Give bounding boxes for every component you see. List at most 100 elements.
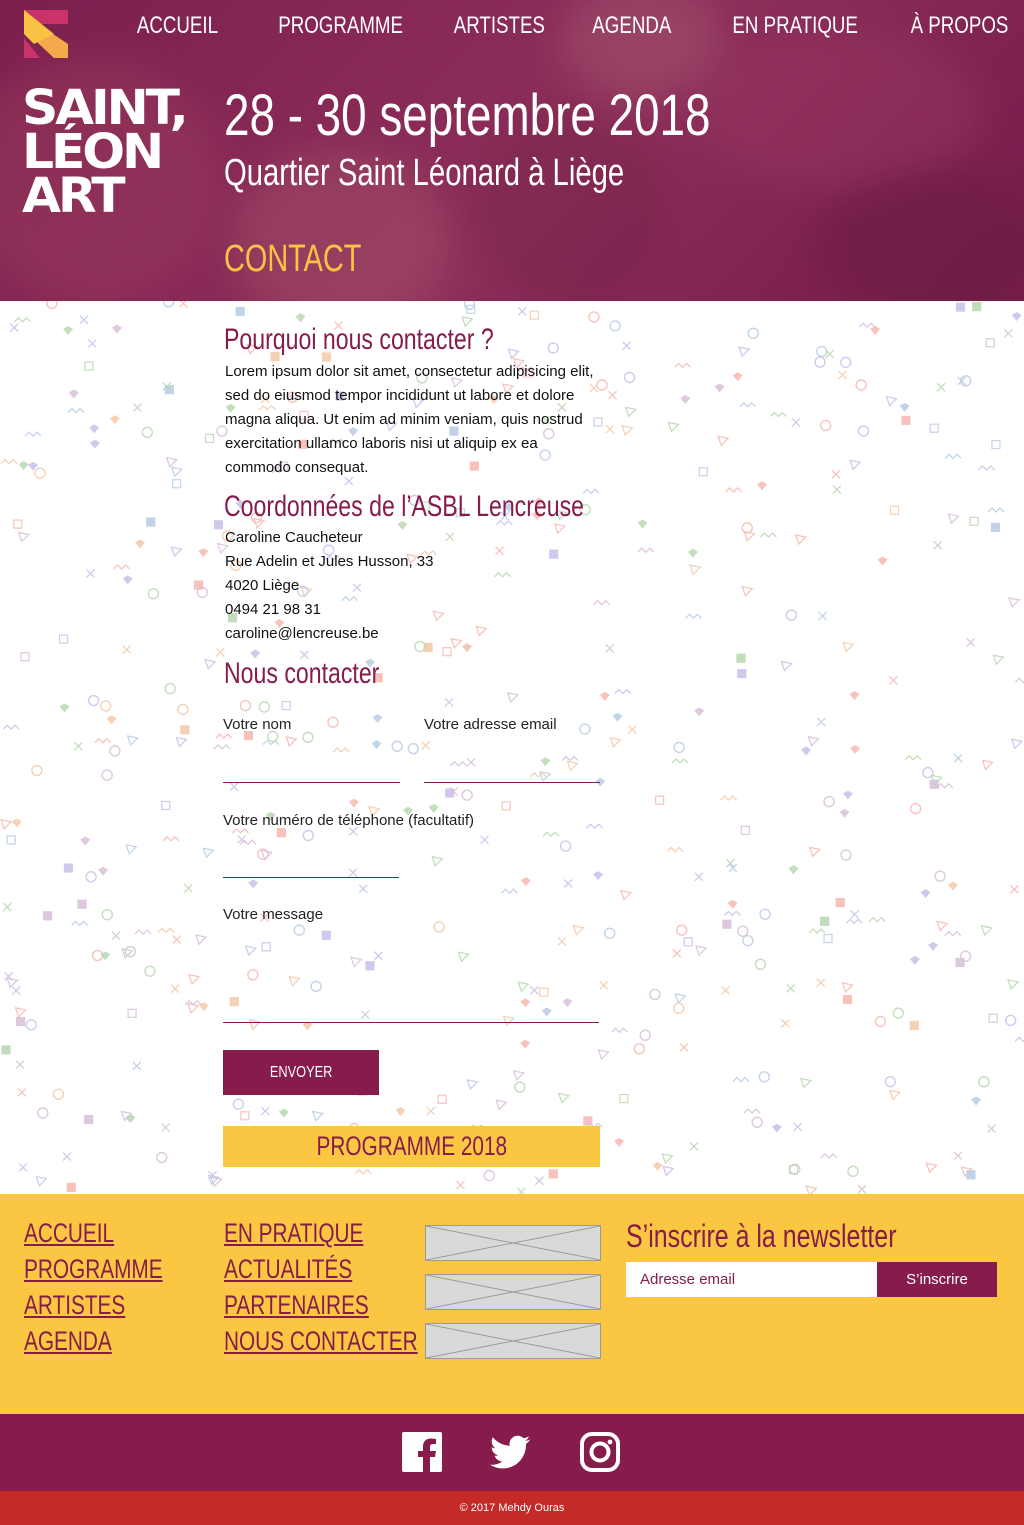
- confetti-shape: [818, 611, 827, 621]
- confetti-shape: [934, 870, 946, 882]
- footer-link-agenda[interactable]: AGENDA: [24, 1326, 112, 1357]
- confetti-shape: [248, 879, 259, 889]
- confetti-shape: [506, 692, 519, 704]
- confetti-shape: [667, 421, 680, 433]
- logo-wordmark[interactable]: SAINT, LÉON ART: [22, 84, 204, 220]
- social-bar: [0, 1414, 1024, 1491]
- confetti-shape: [1009, 884, 1019, 894]
- confetti-shape: [639, 1029, 651, 1041]
- newsletter-email-input[interactable]: [626, 1262, 877, 1297]
- nav-item-accueil[interactable]: ACCUEIL: [137, 12, 218, 40]
- confetti-shape: [933, 540, 943, 550]
- confetti-shape: [909, 1020, 919, 1031]
- confetti-shape: [736, 653, 746, 663]
- footer-link-artistes[interactable]: ARTISTES: [24, 1290, 125, 1321]
- footer-link-accueil[interactable]: ACCUEIL: [24, 1218, 114, 1249]
- confetti-shape: [18, 461, 29, 471]
- confetti-shape: [673, 1002, 685, 1014]
- confetti-shape: [599, 691, 610, 701]
- newsletter-subscribe-button[interactable]: S’inscrire: [877, 1262, 997, 1297]
- instagram-icon[interactable]: [579, 1431, 621, 1473]
- confetti-shape: [624, 406, 637, 418]
- confetti-shape: [147, 588, 160, 600]
- confetti-shape: [807, 735, 820, 747]
- confetti-shape: [1004, 1014, 1017, 1027]
- main-content: Pourquoi nous contacter ? Lorem ipsum do…: [0, 301, 1024, 1194]
- confetti-shape: [814, 356, 826, 368]
- confetti-shape: [354, 1168, 372, 1175]
- confetti-shape: [557, 1092, 571, 1104]
- confetti-shape: [771, 1123, 782, 1133]
- confetti-shape: [794, 534, 808, 546]
- confetti-shape: [991, 440, 1001, 450]
- nav-item-en-pratique[interactable]: EN PRATIQUE: [732, 12, 858, 40]
- confetti-shape: [673, 741, 685, 754]
- confetti-shape: [235, 306, 245, 317]
- confetti-shape: [758, 1071, 771, 1083]
- logo-mark-icon[interactable]: [24, 10, 68, 58]
- confetti-shape: [845, 918, 863, 925]
- confetti-shape: [884, 1075, 897, 1088]
- name-field[interactable]: [223, 747, 400, 781]
- footer-link-programme[interactable]: PROGRAMME: [24, 1254, 163, 1285]
- confetti-shape: [111, 324, 122, 334]
- confetti-shape: [816, 717, 826, 727]
- footer-link-en-pratique[interactable]: EN PRATIQUE: [224, 1218, 363, 1249]
- confetti-shape: [73, 741, 83, 751]
- confetti-shape: [563, 879, 573, 888]
- confetti-shape: [170, 546, 183, 558]
- facebook-icon[interactable]: [401, 1431, 443, 1473]
- confetti-shape: [461, 789, 473, 801]
- confetti-shape: [125, 843, 138, 856]
- confetti-shape: [588, 311, 600, 323]
- phone-field[interactable]: [223, 842, 399, 876]
- confetti-shape: [944, 930, 962, 937]
- confetti-shape: [13, 519, 23, 529]
- confetti-shape: [727, 899, 738, 909]
- confetti-shape: [579, 723, 591, 735]
- confetti-shape: [85, 569, 95, 579]
- event-place: Quartier Saint Léonard à Liège: [224, 152, 625, 194]
- confetti-shape: [694, 872, 704, 882]
- send-button[interactable]: ENVOYER: [223, 1050, 379, 1095]
- confetti-shape: [188, 973, 201, 985]
- footer-link-partenaires[interactable]: PARTENAIRES: [224, 1290, 369, 1321]
- confetti-shape: [204, 658, 217, 670]
- footer-link-nous-contacter[interactable]: NOUS CONTACTER: [224, 1326, 418, 1357]
- confetti-shape: [981, 759, 994, 771]
- confetti-shape: [77, 899, 87, 909]
- confetti-shape: [210, 1176, 223, 1188]
- confetti-shape: [788, 865, 799, 875]
- confetti-shape: [820, 419, 832, 432]
- message-field[interactable]: [223, 933, 599, 1021]
- confetti-shape: [732, 372, 743, 382]
- confetti-shape: [348, 798, 359, 808]
- confetti-shape: [37, 1107, 49, 1119]
- contact-city: 4020 Liège: [225, 577, 300, 594]
- confetti-shape: [674, 362, 692, 369]
- nav-item-agenda[interactable]: AGENDA: [593, 12, 672, 40]
- nav-item-a-propos[interactable]: À PROPOS: [910, 12, 1008, 40]
- confetti-shape: [125, 1114, 136, 1124]
- confetti-shape: [662, 1165, 675, 1177]
- nav-item-artistes[interactable]: ARTISTES: [454, 12, 545, 40]
- confetti-shape: [947, 881, 958, 891]
- confetti-shape: [1003, 328, 1013, 338]
- programme-2018-button[interactable]: PROGRAMME 2018: [223, 1126, 600, 1167]
- name-label: Votre nom: [223, 716, 292, 733]
- confetti-shape: [231, 828, 249, 834]
- confetti-shape: [955, 302, 966, 312]
- confetti-shape: [372, 714, 383, 724]
- twitter-icon[interactable]: [489, 1431, 531, 1473]
- confetti-shape: [122, 645, 132, 654]
- confetti-shape: [623, 371, 636, 384]
- confetti-shape: [89, 439, 100, 449]
- confetti-shape: [445, 788, 455, 798]
- contact-email[interactable]: caroline@lencreuse.be: [225, 622, 605, 646]
- confetti-shape: [295, 313, 306, 323]
- nav-item-programme[interactable]: PROGRAMME: [279, 12, 404, 40]
- confetti-shape: [936, 382, 946, 392]
- email-field[interactable]: [424, 747, 600, 781]
- confetti-shape: [63, 863, 74, 873]
- footer-link-actualites[interactable]: ACTUALITÉS: [224, 1254, 352, 1285]
